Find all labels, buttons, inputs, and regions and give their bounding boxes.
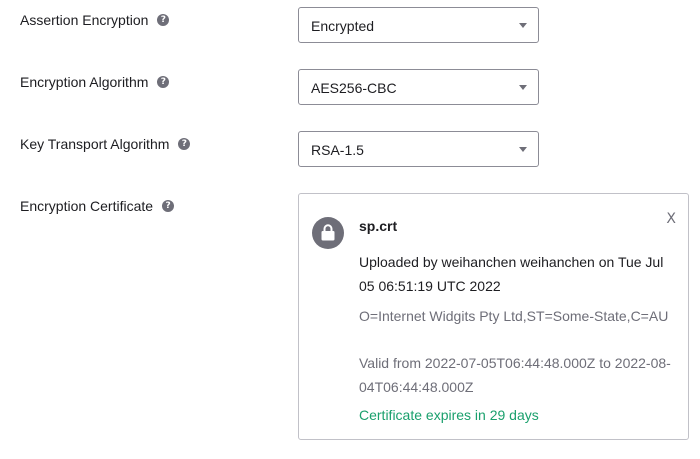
certificate-expiry-status: Certificate expires in 29 days <box>359 407 539 423</box>
certificate-validity: Valid from 2022-07-05T06:44:48.000Z to 2… <box>359 355 671 395</box>
chevron-down-icon <box>519 23 527 28</box>
encryption-algorithm-value: AES256-CBC <box>311 80 397 96</box>
assertion-encryption-label: Assertion Encryption <box>20 12 149 28</box>
encryption-algorithm-label-wrap: Encryption Algorithm ? <box>20 74 170 90</box>
question-circle-icon[interactable]: ? <box>157 14 170 26</box>
question-circle-icon[interactable]: ? <box>178 138 191 150</box>
certificate-upload-info: Uploaded by weihanchen weihanchen on Tue… <box>359 254 664 294</box>
close-button[interactable]: X <box>666 211 676 227</box>
question-circle-icon[interactable]: ? <box>162 200 175 212</box>
encryption-certificate-label: Encryption Certificate <box>20 198 154 214</box>
assertion-encryption-select[interactable]: Encrypted <box>298 7 539 43</box>
encryption-algorithm-label: Encryption Algorithm <box>20 74 149 90</box>
assertion-encryption-value: Encrypted <box>311 18 375 34</box>
question-circle-icon[interactable]: ? <box>157 76 170 88</box>
chevron-down-icon <box>519 85 527 90</box>
key-transport-algorithm-label-wrap: Key Transport Algorithm ? <box>20 136 191 152</box>
key-transport-algorithm-label: Key Transport Algorithm <box>20 136 170 152</box>
certificate-subject: O=Internet Widgits Pty Ltd,ST=Some-State… <box>359 308 669 324</box>
lock-icon <box>312 217 344 249</box>
certificate-card: X sp.crt Uploaded by weihanchen weihanch… <box>298 193 689 440</box>
chevron-down-icon <box>519 147 527 152</box>
certificate-file-name: sp.crt <box>359 218 398 234</box>
key-transport-algorithm-value: RSA-1.5 <box>311 142 364 158</box>
encryption-certificate-label-wrap: Encryption Certificate ? <box>20 198 175 214</box>
encryption-algorithm-select[interactable]: AES256-CBC <box>298 69 539 105</box>
assertion-encryption-label-wrap: Assertion Encryption ? <box>20 12 170 28</box>
key-transport-algorithm-select[interactable]: RSA-1.5 <box>298 131 539 167</box>
